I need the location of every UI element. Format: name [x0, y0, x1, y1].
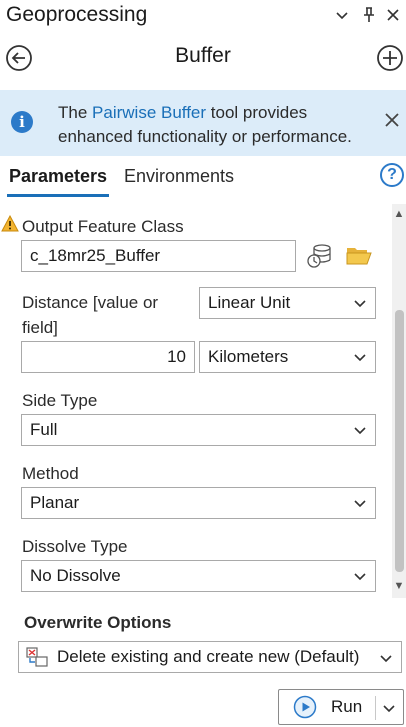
distance-type-select[interactable]: Linear Unit — [199, 287, 376, 319]
side-type-select[interactable]: Full — [21, 414, 376, 446]
chevron-down-icon — [354, 300, 366, 308]
chevron-down-icon — [354, 354, 366, 362]
chevron-down-icon — [354, 427, 366, 435]
run-separator — [375, 696, 376, 720]
dissolve-type-value: No Dissolve — [30, 566, 121, 585]
info-banner: i The Pairwise Buffer tool provides enha… — [0, 90, 406, 156]
tab-environments[interactable]: Environments — [124, 166, 234, 187]
run-label: Run — [331, 697, 363, 716]
run-button[interactable]: Run — [278, 689, 404, 725]
overwrite-options-value: Delete existing and create new (Default) — [57, 647, 360, 666]
side-type-value: Full — [30, 420, 58, 439]
warning-icon — [1, 215, 19, 232]
dissolve-type-label: Dissolve Type — [22, 537, 128, 556]
output-feature-class-input[interactable]: c_18mr25_Buffer — [21, 240, 296, 272]
dataset-options-icon[interactable] — [306, 243, 334, 269]
overwrite-options-title: Overwrite Options — [24, 613, 172, 632]
method-value: Planar — [30, 493, 80, 512]
chevron-down-icon[interactable] — [331, 4, 353, 26]
folder-icon[interactable] — [346, 245, 372, 265]
pin-icon[interactable] — [358, 4, 380, 26]
side-type-label: Side Type — [22, 391, 98, 410]
close-icon[interactable] — [382, 4, 404, 26]
overwrite-options-select[interactable]: Delete existing and create new (Default) — [18, 641, 402, 673]
chevron-down-icon — [354, 573, 366, 581]
distance-unit-select[interactable]: Kilometers — [199, 341, 376, 373]
active-tab-indicator — [7, 194, 109, 197]
scroll-thumb[interactable] — [395, 310, 404, 572]
distance-value-input[interactable]: 10 — [21, 341, 195, 373]
tool-header: Buffer — [0, 36, 406, 80]
method-select[interactable]: Planar — [21, 487, 376, 519]
banner-close-icon[interactable] — [385, 113, 399, 127]
banner-text-start: The — [58, 103, 93, 122]
distance-label: Distance [value or field] — [22, 293, 159, 337]
add-icon[interactable] — [376, 44, 404, 72]
tab-parameters[interactable]: Parameters — [9, 166, 107, 187]
run-dropdown-chevron-icon[interactable] — [382, 701, 396, 715]
tool-title: Buffer — [175, 44, 231, 67]
distance-type-value: Linear Unit — [208, 293, 291, 312]
dissolve-type-select[interactable]: No Dissolve — [21, 560, 376, 592]
pane-titlebar: Geoprocessing — [0, 0, 406, 32]
help-icon[interactable]: ? — [380, 163, 404, 187]
tab-bar: Parameters Environments — [0, 162, 406, 202]
scroll-down-icon[interactable]: ▼ — [392, 578, 406, 594]
parameters-scrollbar[interactable]: ▲ ▼ — [392, 204, 406, 598]
play-icon — [293, 695, 317, 719]
overwrite-icon — [26, 647, 48, 667]
chevron-down-icon — [380, 655, 392, 663]
distance-unit-value: Kilometers — [208, 347, 289, 366]
chevron-down-icon — [354, 500, 366, 508]
method-label: Method — [22, 464, 79, 483]
pane-title: Geoprocessing — [6, 3, 148, 26]
info-icon: i — [11, 111, 33, 133]
output-feature-class-label: Output Feature Class — [22, 217, 184, 236]
pairwise-buffer-link[interactable]: Pairwise Buffer — [92, 103, 206, 122]
scroll-up-icon[interactable]: ▲ — [392, 206, 406, 222]
distance-value: 10 — [167, 347, 186, 366]
output-feature-class-value: c_18mr25_Buffer — [30, 246, 161, 265]
banner-message: The Pairwise Buffer tool provides enhanc… — [58, 101, 378, 149]
